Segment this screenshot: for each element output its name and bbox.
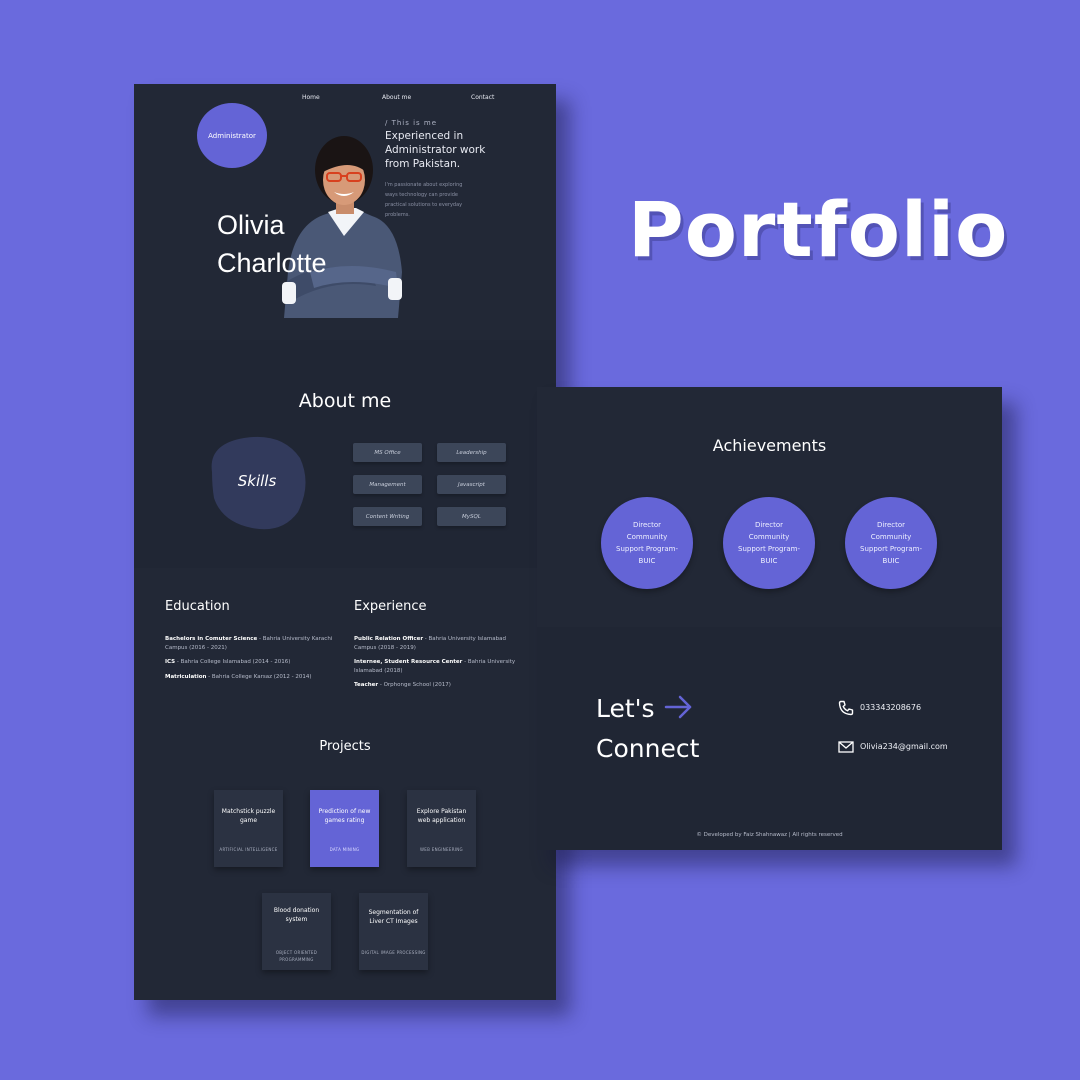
project-card[interactable]: Blood donation system OBJECT ORIENTED PR… [262, 893, 331, 970]
project-tag: ARTIFICIAL INTELLIGENCE [219, 847, 278, 852]
project-tag: WEB ENGINEERING [420, 847, 463, 852]
phone-icon [838, 700, 854, 716]
hero-section: Home About me Contact Administrator Oliv… [134, 84, 556, 340]
mail-icon [838, 741, 854, 753]
project-card[interactable]: Matchstick puzzle game ARTIFICIAL INTELL… [214, 790, 283, 867]
project-card[interactable]: Prediction of new games rating DATA MINI… [310, 790, 379, 867]
education-item: ICS - Bahria College Islamabad (2014 - 2… [165, 659, 291, 665]
project-card[interactable]: Explore Pakistan web application WEB ENG… [407, 790, 476, 867]
contact-phone[interactable]: 033343208676 [860, 703, 921, 712]
footer: © Developed by Faiz Shahnawaz | All righ… [696, 832, 843, 838]
project-tag: DIGITAL IMAGE PROCESSING [361, 950, 426, 955]
role-badge: Administrator [197, 103, 267, 168]
skill-tag[interactable]: MySQL [437, 507, 506, 526]
project-tag: DATA MINING [329, 847, 360, 852]
project-card[interactable]: Segmentation of Liver CT Images DIGITAL … [359, 893, 428, 970]
achievement-badge: Director Community Support Program-BUIC [845, 497, 937, 589]
project-name: Blood donation system [273, 907, 320, 923]
copyright-icon: © [696, 832, 702, 838]
education-item: Matriculation - Bahria College Karsaz (2… [165, 674, 312, 680]
experience-title: Experience [354, 599, 427, 614]
achievement-badge: Director Community Support Program-BUIC [601, 497, 693, 589]
about-title: About me [298, 390, 392, 412]
skill-tag[interactable]: Management [353, 475, 422, 494]
contact-email[interactable]: Olivia234@gmail.com [860, 742, 948, 751]
skill-tag[interactable]: MS Office [353, 443, 422, 462]
education-item: Bachelors in Comuter Science - Bahria Un… [165, 636, 333, 651]
experience-item: Teacher - Orphonge School (2017) [354, 682, 451, 688]
project-name: Explore Pakistan web application [416, 808, 467, 824]
education-title: Education [165, 599, 230, 614]
project-tag: OBJECT ORIENTED PROGRAMMING [275, 950, 318, 962]
project-name: Segmentation of Liver CT Images [368, 909, 419, 925]
about-section: About me Skills MS Office Leadership Man… [134, 340, 556, 568]
arrow-right-icon [664, 695, 692, 719]
skill-tag[interactable]: Javascript [437, 475, 506, 494]
achievement-badge: Director Community Support Program-BUIC [723, 497, 815, 589]
projects-title: Projects [319, 739, 371, 754]
project-name: Prediction of new games rating [318, 808, 371, 824]
education-experience-section: Education Experience Bachelors in Comute… [134, 568, 556, 1000]
skill-tag[interactable]: Content Writing [353, 507, 422, 526]
skills-label: Skills [237, 472, 277, 490]
portfolio-contact-page: Achievements Director Community Support … [537, 387, 1002, 850]
nav-about-link[interactable]: About me [382, 94, 411, 101]
achievements-section: Achievements Director Community Support … [537, 387, 1002, 627]
hero-kicker: / This is me [385, 119, 438, 127]
achievements-title: Achievements [712, 436, 827, 455]
connect-section: Let's Connect 033343208676 Olivia234@gma… [537, 627, 1002, 850]
skill-tag[interactable]: Leadership [437, 443, 506, 462]
project-name: Matchstick puzzle game [221, 808, 276, 824]
nav-home-link[interactable]: Home [302, 94, 320, 101]
experience-item: Public Relation Officer - Bahria Univers… [354, 636, 507, 651]
experience-item: Internee, Student Resource Center - Bahr… [354, 659, 516, 674]
hero-name: Olivia Charlotte [217, 210, 327, 278]
nav-contact-link[interactable]: Contact [471, 94, 494, 101]
portfolio-main-page: Home About me Contact Administrator Oliv… [134, 84, 556, 1000]
page-title: Portfolio [628, 185, 1009, 274]
